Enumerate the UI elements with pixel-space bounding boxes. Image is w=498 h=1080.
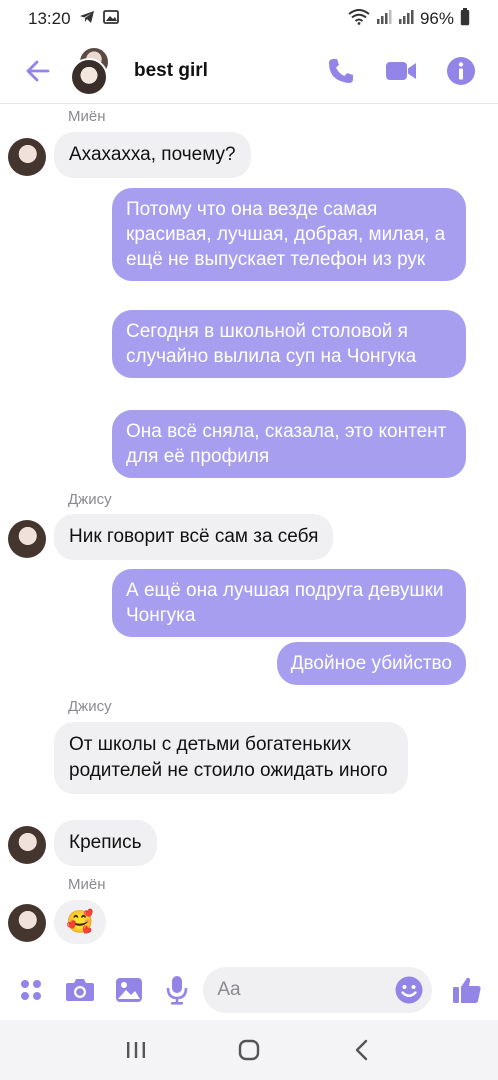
home-button[interactable] [229, 1030, 269, 1070]
chat-header: best girl [0, 38, 498, 104]
wifi-icon [348, 8, 370, 30]
smiley-icon [395, 976, 423, 1004]
signal-icon [376, 9, 392, 29]
chat-title[interactable]: best girl [134, 60, 208, 82]
chevron-left-icon [355, 1039, 367, 1061]
recents-button[interactable] [116, 1030, 156, 1070]
battery-icon [460, 7, 470, 31]
apps-grid-icon [20, 980, 41, 1000]
arrow-left-icon [26, 60, 50, 81]
battery-level: 96% [419, 9, 454, 28]
message-input-wrap [203, 967, 433, 1013]
voice-button[interactable] [160, 973, 194, 1007]
message-input[interactable] [217, 979, 398, 1001]
sender-name: Миён [68, 876, 106, 893]
emoji-button[interactable] [394, 975, 424, 1005]
video-camera-icon [386, 61, 416, 80]
sender-name: Джису [68, 698, 112, 715]
recents-icon [127, 1042, 146, 1058]
message-bubble-incoming[interactable]: Ахахахха, почему? [54, 132, 251, 178]
status-time: 13:20 [28, 9, 71, 28]
back-button[interactable] [20, 53, 56, 89]
thumbs-up-icon [453, 977, 481, 1003]
avatar[interactable] [8, 138, 46, 176]
info-icon [447, 56, 475, 85]
sender-name: Джису [68, 491, 112, 508]
phone-icon [329, 58, 353, 83]
status-bar: 13:20 96% [0, 0, 498, 38]
message-bubble-outgoing[interactable]: Двойное убийство [276, 642, 466, 685]
message-bubble-outgoing[interactable]: Сегодня в школьной столовой я случайно в… [112, 310, 466, 378]
apps-button[interactable] [14, 973, 48, 1007]
like-button[interactable] [450, 973, 484, 1007]
message-bubble-outgoing[interactable]: Потому что она везде самая красивая, луч… [112, 188, 466, 281]
back-nav-button[interactable] [342, 1030, 382, 1070]
microphone-icon [167, 976, 188, 1005]
home-icon [238, 1039, 260, 1061]
emoji-message[interactable]: 🥰 [54, 900, 106, 944]
video-call-button[interactable] [384, 54, 418, 88]
avatar[interactable] [8, 520, 46, 558]
camera-button[interactable] [63, 973, 97, 1007]
sender-name: Миён [68, 108, 106, 125]
message-composer [0, 960, 498, 1020]
message-bubble-incoming[interactable]: От школы с детьми богатеньких родителей … [54, 722, 408, 794]
avatar[interactable] [8, 904, 46, 942]
message-bubble-incoming[interactable]: Крепись [54, 820, 157, 866]
call-button[interactable] [324, 54, 358, 88]
avatar[interactable] [8, 826, 46, 864]
gallery-button[interactable] [112, 973, 146, 1007]
signal-icon-2 [398, 9, 414, 29]
message-list[interactable]: Миён Ахахахха, почему? Потому что она ве… [0, 104, 498, 960]
telegram-icon [79, 9, 95, 29]
system-nav-bar [0, 1020, 498, 1080]
image-icon [115, 978, 142, 1002]
message-bubble-outgoing[interactable]: Она всё сняла, сказала, это контент для … [112, 410, 466, 478]
message-bubble-incoming[interactable]: Ник говорит всё сам за себя [54, 514, 334, 560]
message-bubble-outgoing[interactable]: А ещё она лучшая подруга девушки Чонгука [112, 569, 466, 637]
gallery-notification-icon [102, 9, 119, 29]
group-avatar[interactable] [70, 45, 120, 96]
camera-icon [65, 979, 94, 1001]
info-button[interactable] [444, 54, 478, 88]
